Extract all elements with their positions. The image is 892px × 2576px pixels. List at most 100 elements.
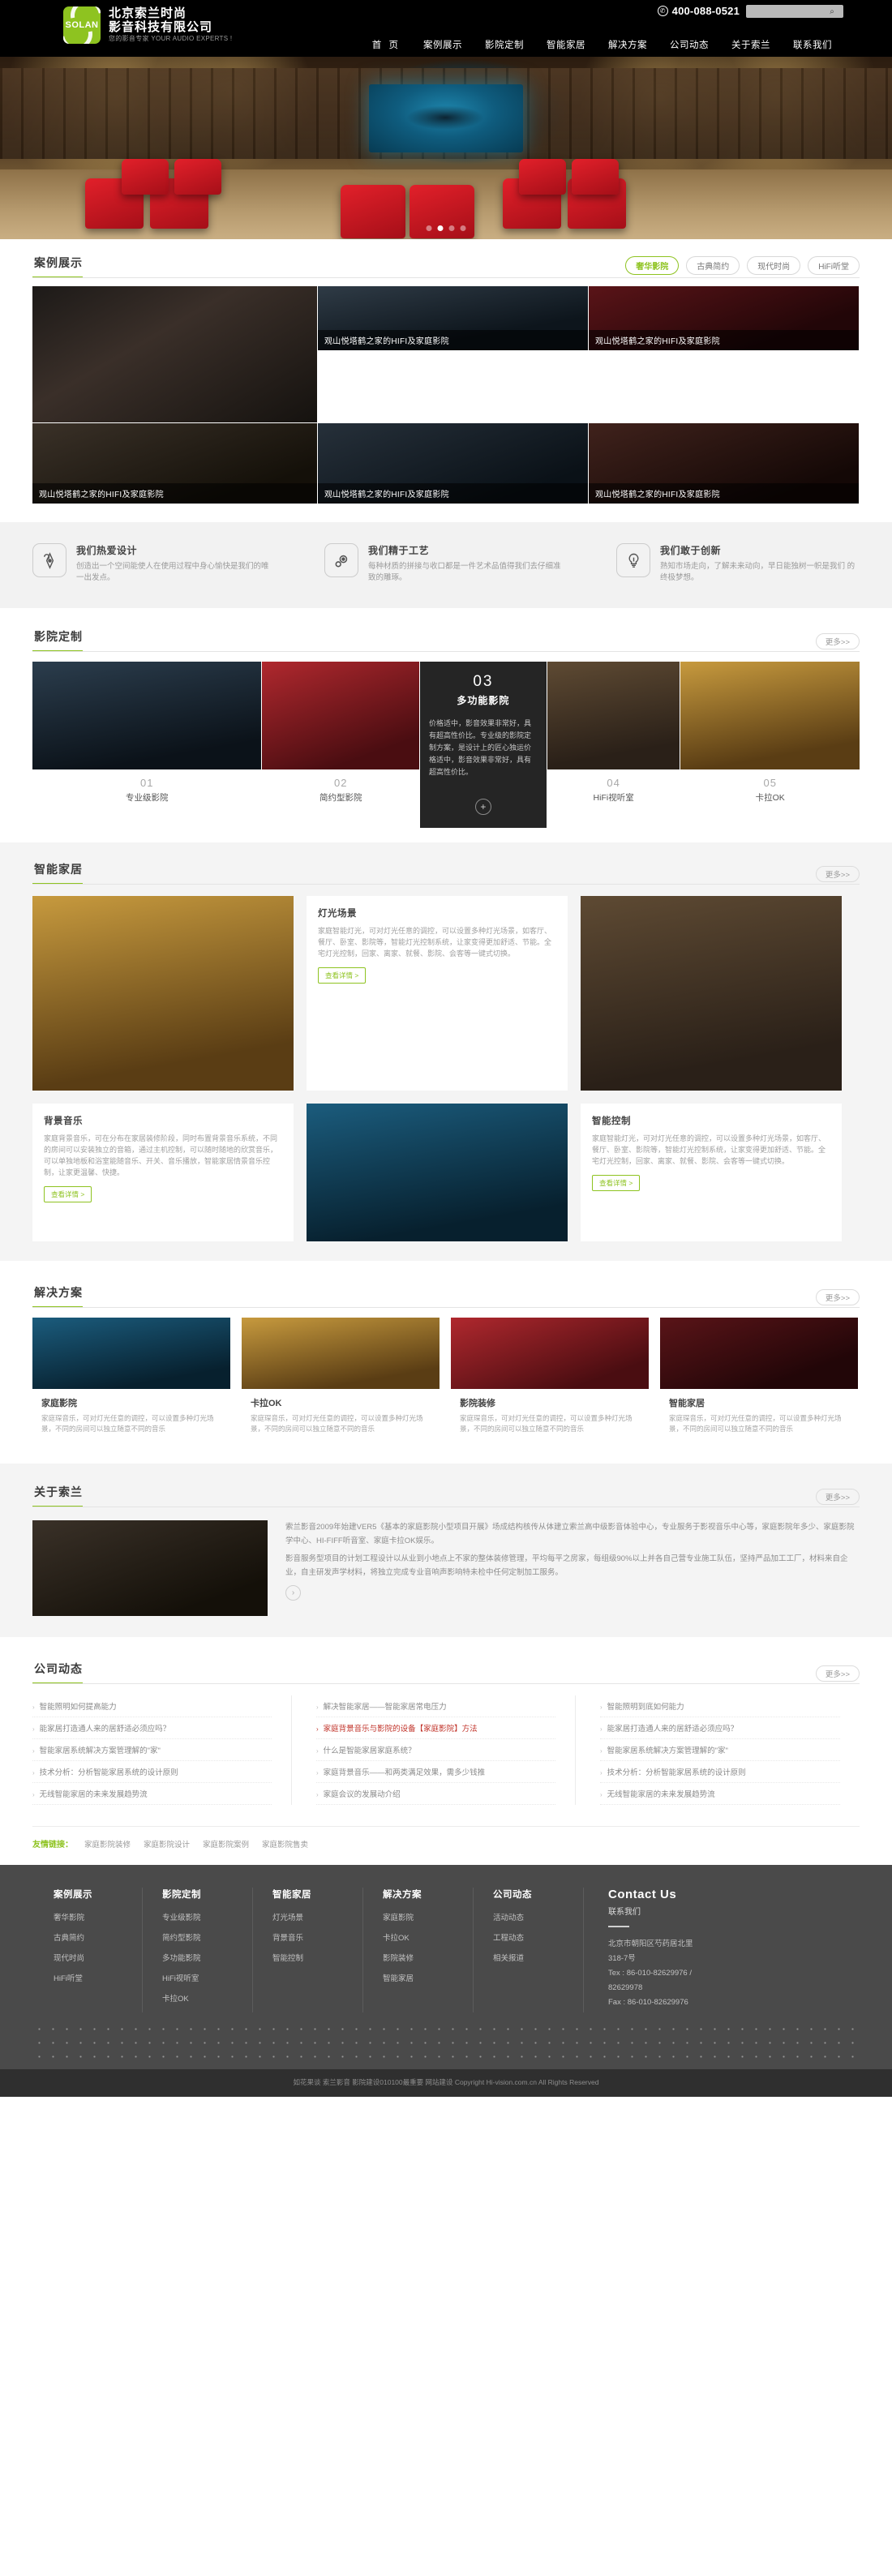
solution-card[interactable]: 家庭影院 家庭琛音乐，可对灯光任意的调控，可以设置多种灯光场景，不同的房间可以独立… <box>32 1318 230 1446</box>
smart-more-button[interactable]: 更多>> <box>815 866 860 882</box>
main-navigation[interactable]: 首 页案例展示 影院定制 智能家居 解决方案 公司动态 关于索兰 联系我们 <box>361 38 843 51</box>
logo-mark-text: SOLAN <box>65 20 99 30</box>
footer-link-2-1[interactable]: 背景音乐 <box>272 1931 362 1943</box>
smart-card-control[interactable]: 智能控制 家庭智能灯光，可对灯光任意的调控，可以设置多种灯光场景，如客厅、餐厅、… <box>581 1104 842 1241</box>
news-more-button[interactable]: 更多>> <box>815 1665 860 1682</box>
case-item[interactable]: 观山悦塔鹤之家的HIFI及家庭影院 <box>318 286 588 350</box>
about-arrow-icon[interactable]: › <box>285 1585 301 1601</box>
footer-link-2-2[interactable]: 智能控制 <box>272 1952 362 1963</box>
theater-item[interactable]: 04 HiFi视听室 <box>547 662 680 828</box>
footer-link-3-0[interactable]: 家庭影院 <box>383 1911 473 1922</box>
case-item[interactable]: 观山悦塔鹤之家的HIFI及家庭影院 <box>318 423 588 504</box>
solution-card[interactable]: 智能家居 家庭琛音乐，可对灯光任意的调控，可以设置多种灯光场景，不同的房间可以独立… <box>660 1318 858 1446</box>
footer-link-0-1[interactable]: 古典简约 <box>54 1931 142 1943</box>
news-item[interactable]: › 智能家居系统解决方案管理解的"家" <box>32 1739 272 1761</box>
footer-link-0-2[interactable]: 现代时尚 <box>54 1952 142 1963</box>
news-item[interactable]: › 无线智能家居的未来发展趋势流 <box>600 1783 840 1805</box>
solutions-more-button[interactable]: 更多>> <box>815 1289 860 1305</box>
footer-link-3-2[interactable]: 影院装修 <box>383 1952 473 1963</box>
case-item[interactable] <box>32 286 317 422</box>
theater-number: 04 <box>607 777 620 789</box>
theater-item-featured[interactable]: 03 多功能影院 价格适中，影音效果非常好，具有超高性价比。专业级的影院定制方案… <box>420 662 547 828</box>
hero-dot-1[interactable] <box>437 225 444 231</box>
footer-link-2-0[interactable]: 灯光场景 <box>272 1911 362 1922</box>
footer-link-1-4[interactable]: 卡拉OK <box>162 1992 252 2004</box>
about-more-button[interactable]: 更多>> <box>815 1489 860 1505</box>
footer-link-4-1[interactable]: 工程动态 <box>493 1931 583 1943</box>
case-item[interactable]: 观山悦塔鹤之家的HIFI及家庭影院 <box>32 423 317 504</box>
smart-detail-button[interactable]: 查看详情 > <box>592 1175 641 1191</box>
news-item[interactable]: › 家庭背景音乐——和两类满足效果，需多少钱推 <box>316 1761 555 1783</box>
case-tab-1[interactable]: 古典简约 <box>686 256 740 275</box>
smart-detail-button[interactable]: 查看详情 > <box>318 967 367 984</box>
hero-pagination[interactable] <box>426 225 466 231</box>
smart-detail-button[interactable]: 查看详情 > <box>44 1186 92 1202</box>
plus-icon[interactable]: + <box>474 799 491 815</box>
news-item[interactable]: › 能家居打造通人来的居舒适必须应吗？ <box>32 1717 272 1739</box>
search-icon[interactable]: ⌕ <box>824 7 840 16</box>
case-tab-3[interactable]: HiFi听堂 <box>808 256 860 275</box>
cases-gallery[interactable]: 观山悦塔鹤之家的HIFI及家庭影院 观山悦塔鹤之家的HIFI及家庭影院 观山悦塔鹤之… <box>32 286 860 504</box>
footer-link-1-3[interactable]: HiFi视听室 <box>162 1972 252 1983</box>
cases-tabs[interactable]: 奢华影院 古典简约 现代时尚 HiFi听堂 <box>619 256 860 275</box>
news-item[interactable]: › 什么是智能家居家庭系统？ <box>316 1739 555 1761</box>
nav-item-2[interactable]: 影院定制 <box>474 38 535 51</box>
search-input[interactable] <box>746 6 824 17</box>
chevron-right-icon: › <box>316 1791 319 1798</box>
footer-link-0-3[interactable]: HiFi听堂 <box>54 1972 142 1983</box>
contact-title-cn: 联系我们 <box>608 1908 641 1917</box>
footer-link-4-0[interactable]: 活动动态 <box>493 1911 583 1922</box>
hero-slider[interactable] <box>0 57 892 239</box>
nav-item-6[interactable]: 关于索兰 <box>720 38 782 51</box>
hero-dot-2[interactable] <box>448 225 455 231</box>
theater-item[interactable]: 01 专业级影院 <box>32 662 262 828</box>
theater-item[interactable]: 05 卡拉OK <box>680 662 860 828</box>
news-item[interactable]: › 技术分析：分析智能家居系统的设计原则 <box>600 1761 840 1783</box>
friend-link-2[interactable]: 家庭影院案例 <box>203 1838 249 1849</box>
case-tab-2[interactable]: 现代时尚 <box>747 256 801 275</box>
footer-link-1-1[interactable]: 简约型影院 <box>162 1931 252 1943</box>
theater-item[interactable]: 02 简约型影院 <box>262 662 420 828</box>
news-item[interactable]: › 智能照明到底如何能力 <box>600 1695 840 1717</box>
solution-card[interactable]: 卡拉OK 家庭琛音乐，可对灯光任意的调控，可以设置多种灯光场景，不同的房间可以独立… <box>242 1318 440 1446</box>
site-logo[interactable]: SOLAN 北京索兰时尚 影音科技有限公司 您的影音专家 YOUR AUDIO … <box>63 6 232 44</box>
news-item[interactable]: › 技术分析：分析智能家居系统的设计原则 <box>32 1761 272 1783</box>
smart-card-music[interactable]: 背景音乐 家庭背景音乐，可在分布在家居装修阶段，同时布置背景音乐系统，不同的房间… <box>32 1104 294 1241</box>
case-item[interactable]: 观山悦塔鹤之家的HIFI及家庭影院 <box>589 286 859 350</box>
nav-item-0[interactable]: 首 页 <box>361 38 412 51</box>
nav-item-5[interactable]: 公司动态 <box>658 38 720 51</box>
search-box[interactable]: ⌕ <box>746 5 843 18</box>
news-item[interactable]: › 家庭背景音乐与影院的设备【家庭影院】方法 <box>316 1717 555 1739</box>
footer-link-3-1[interactable]: 卡拉OK <box>383 1931 473 1943</box>
footer-link-1-2[interactable]: 多功能影院 <box>162 1952 252 1963</box>
news-item[interactable]: › 解决智能家居——智能家居常电压力 <box>316 1695 555 1717</box>
hero-dot-0[interactable] <box>426 225 432 231</box>
news-item[interactable]: › 智能照明如何提高能力 <box>32 1695 272 1717</box>
hero-dot-3[interactable] <box>460 225 466 231</box>
chevron-right-icon: › <box>32 1725 35 1733</box>
footer-link-1-0[interactable]: 专业级影院 <box>162 1911 252 1922</box>
footer-link-3-3[interactable]: 智能家居 <box>383 1972 473 1983</box>
theater-more-button[interactable]: 更多>> <box>815 633 860 649</box>
smart-card-lighting[interactable]: 灯光场景 家庭智能灯光，可对灯光任意的调控，可以设置多种灯光场景，如客厅、餐厅、… <box>307 896 568 1091</box>
friend-link-0[interactable]: 家庭影院装修 <box>84 1838 131 1849</box>
case-item[interactable]: 观山悦塔鹤之家的HIFI及家庭影院 <box>589 423 859 504</box>
footer-link-0-0[interactable]: 奢华影院 <box>54 1911 142 1922</box>
nav-item-1[interactable]: 案例展示 <box>412 38 474 51</box>
nav-item-3[interactable]: 智能家居 <box>535 38 597 51</box>
case-tab-0[interactable]: 奢华影院 <box>625 256 680 275</box>
solution-text: 家庭琛音乐，可对灯光任意的调控，可以设置多种灯光场景，不同的房间可以独立随意不同… <box>460 1414 633 1433</box>
nav-item-7[interactable]: 联系我们 <box>782 38 843 51</box>
solution-card[interactable]: 影院装修 家庭琛音乐，可对灯光任意的调控，可以设置多种灯光场景，不同的房间可以独立… <box>451 1318 649 1446</box>
news-item[interactable]: › 智能家居系统解决方案管理解的"家" <box>600 1739 840 1761</box>
smart-home-section: 智能家居 更多>> 灯光场景 家庭智能灯光，可对灯光任意的调控，可以设置多种灯光… <box>0 842 892 1261</box>
nav-item-4[interactable]: 解决方案 <box>597 38 658 51</box>
footer-link-4-2[interactable]: 相关报道 <box>493 1952 583 1963</box>
theater-number: 05 <box>763 777 777 789</box>
friend-link-1[interactable]: 家庭影院设计 <box>144 1838 190 1849</box>
friend-link-3[interactable]: 家庭影院售卖 <box>262 1838 308 1849</box>
news-item[interactable]: › 家庭会议的发展动介绍 <box>316 1783 555 1805</box>
news-item[interactable]: › 无线智能家居的未来发展趋势流 <box>32 1783 272 1805</box>
news-item[interactable]: › 能家居打造通人来的居舒适必须应吗？ <box>600 1717 840 1739</box>
news-title: 公司动态 <box>32 1661 83 1684</box>
